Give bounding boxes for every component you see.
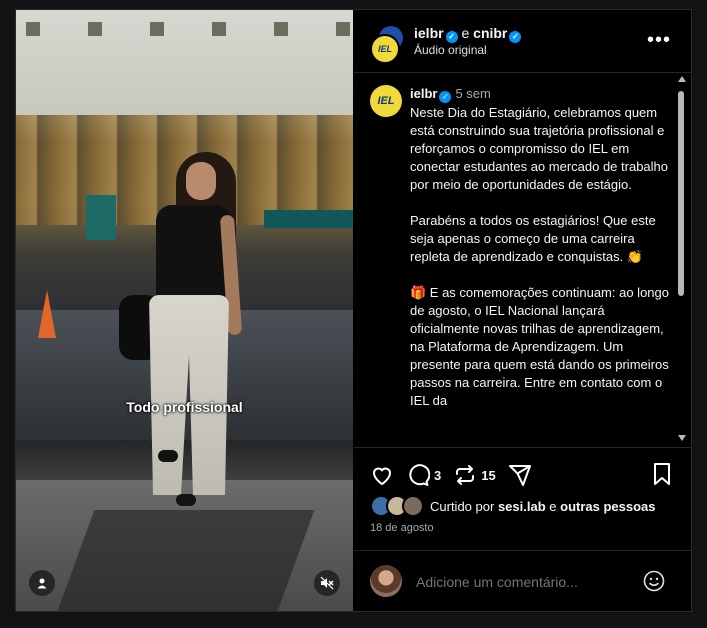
building-sign: [264, 210, 353, 228]
user-tags-button[interactable]: [29, 570, 55, 596]
caption-paragraph: 🎁 E as comemorações continuam: ao longo …: [410, 285, 673, 408]
caption-paragraph: Neste Dia do Estagiário, celebramos quem…: [410, 105, 672, 192]
person-face: [186, 162, 216, 200]
scrollbar[interactable]: [677, 73, 686, 447]
author-avatar[interactable]: IEL: [370, 85, 402, 117]
comment-button[interactable]: 3: [406, 463, 441, 487]
more-icon[interactable]: •••: [647, 29, 671, 52]
post-date[interactable]: 18 de agosto: [370, 522, 434, 534]
repost-count: 15: [481, 467, 496, 483]
traffic-cone: [38, 290, 56, 338]
add-comment-bar: [354, 550, 691, 611]
building-sign: [86, 195, 116, 240]
current-user-avatar: [370, 565, 402, 597]
liked-joiner: e: [549, 498, 557, 514]
heart-icon: [372, 467, 392, 486]
caption-area: IEL ielbr ✓ 5 sem Neste Dia do Estagiário,…: [354, 73, 691, 447]
bookmark-icon: [654, 463, 670, 485]
reel-video[interactable]: Todo profissional: [16, 10, 353, 611]
building-background: [16, 10, 353, 115]
window: [88, 22, 102, 36]
share-button[interactable]: [508, 463, 532, 487]
mute-button[interactable]: [314, 570, 340, 596]
joiner-text: e: [461, 25, 470, 41]
username-link[interactable]: ielbr: [414, 25, 444, 41]
ielbr-avatar[interactable]: IEL: [370, 34, 400, 64]
liker-avatar[interactable]: [402, 495, 424, 517]
avatar-text: IEL: [377, 44, 392, 54]
window: [26, 22, 40, 36]
verified-icon: ✓: [439, 91, 452, 103]
liker-username[interactable]: sesi.lab: [498, 499, 546, 514]
comment-input[interactable]: [414, 573, 638, 591]
window: [336, 22, 350, 36]
post-modal: Todo profissional IEL ielbr ✓ e cnibr ✓ Áu…: [15, 9, 692, 612]
repost-icon: [456, 465, 475, 485]
person-shoe: [158, 450, 178, 462]
comment-icon: [409, 464, 430, 486]
video-caption: Todo profissional: [126, 399, 243, 415]
person-shoe: [176, 494, 196, 506]
author-username[interactable]: ielbr: [410, 86, 437, 101]
username-link[interactable]: cnibr: [473, 25, 507, 41]
emoji-icon: [643, 570, 665, 592]
verified-icon: ✓: [445, 31, 458, 43]
actions-section: 3 15 Curtido por sesi.lab e outras pesso…: [354, 447, 691, 550]
audio-link[interactable]: Áudio original: [414, 43, 487, 57]
action-bar: 3 15: [370, 462, 544, 488]
save-button[interactable]: [651, 462, 673, 491]
like-button[interactable]: [370, 463, 394, 487]
window: [150, 22, 164, 36]
floor-shadow: [57, 510, 315, 611]
person-icon: [37, 578, 47, 589]
liked-text: Curtido por sesi.lab e outras pessoas: [430, 499, 656, 514]
repost-button[interactable]: 15: [453, 463, 496, 487]
comment-count: 3: [434, 467, 442, 483]
scroll-down-arrow[interactable]: [678, 435, 686, 441]
volume-muted-icon: [320, 576, 334, 590]
liked-prefix: Curtido por: [430, 498, 495, 514]
caption-paragraph: Parabéns a todos os estagiários! Que est…: [410, 213, 660, 264]
others-link[interactable]: outras pessoas: [560, 499, 655, 514]
post-time[interactable]: 5 sem: [455, 86, 490, 101]
scroll-thumb[interactable]: [678, 91, 684, 296]
caption-body: ielbr ✓ 5 sem Neste Dia do Estagiário, cel…: [410, 85, 672, 428]
post-panel: IEL ielbr ✓ e cnibr ✓ Áudio original ••• I…: [354, 10, 691, 611]
window: [212, 22, 226, 36]
post-header: IEL ielbr ✓ e cnibr ✓ Áudio original •••: [354, 10, 691, 73]
avatar-text: IEL: [377, 95, 395, 107]
emoji-button[interactable]: [643, 570, 665, 597]
scroll-up-arrow[interactable]: [678, 76, 686, 82]
verified-icon: ✓: [509, 31, 522, 43]
send-icon: [508, 465, 531, 486]
liked-by: Curtido por sesi.lab e outras pessoas: [370, 495, 656, 517]
collab-names: ielbr ✓ e cnibr ✓: [414, 25, 522, 43]
window: [274, 22, 288, 36]
